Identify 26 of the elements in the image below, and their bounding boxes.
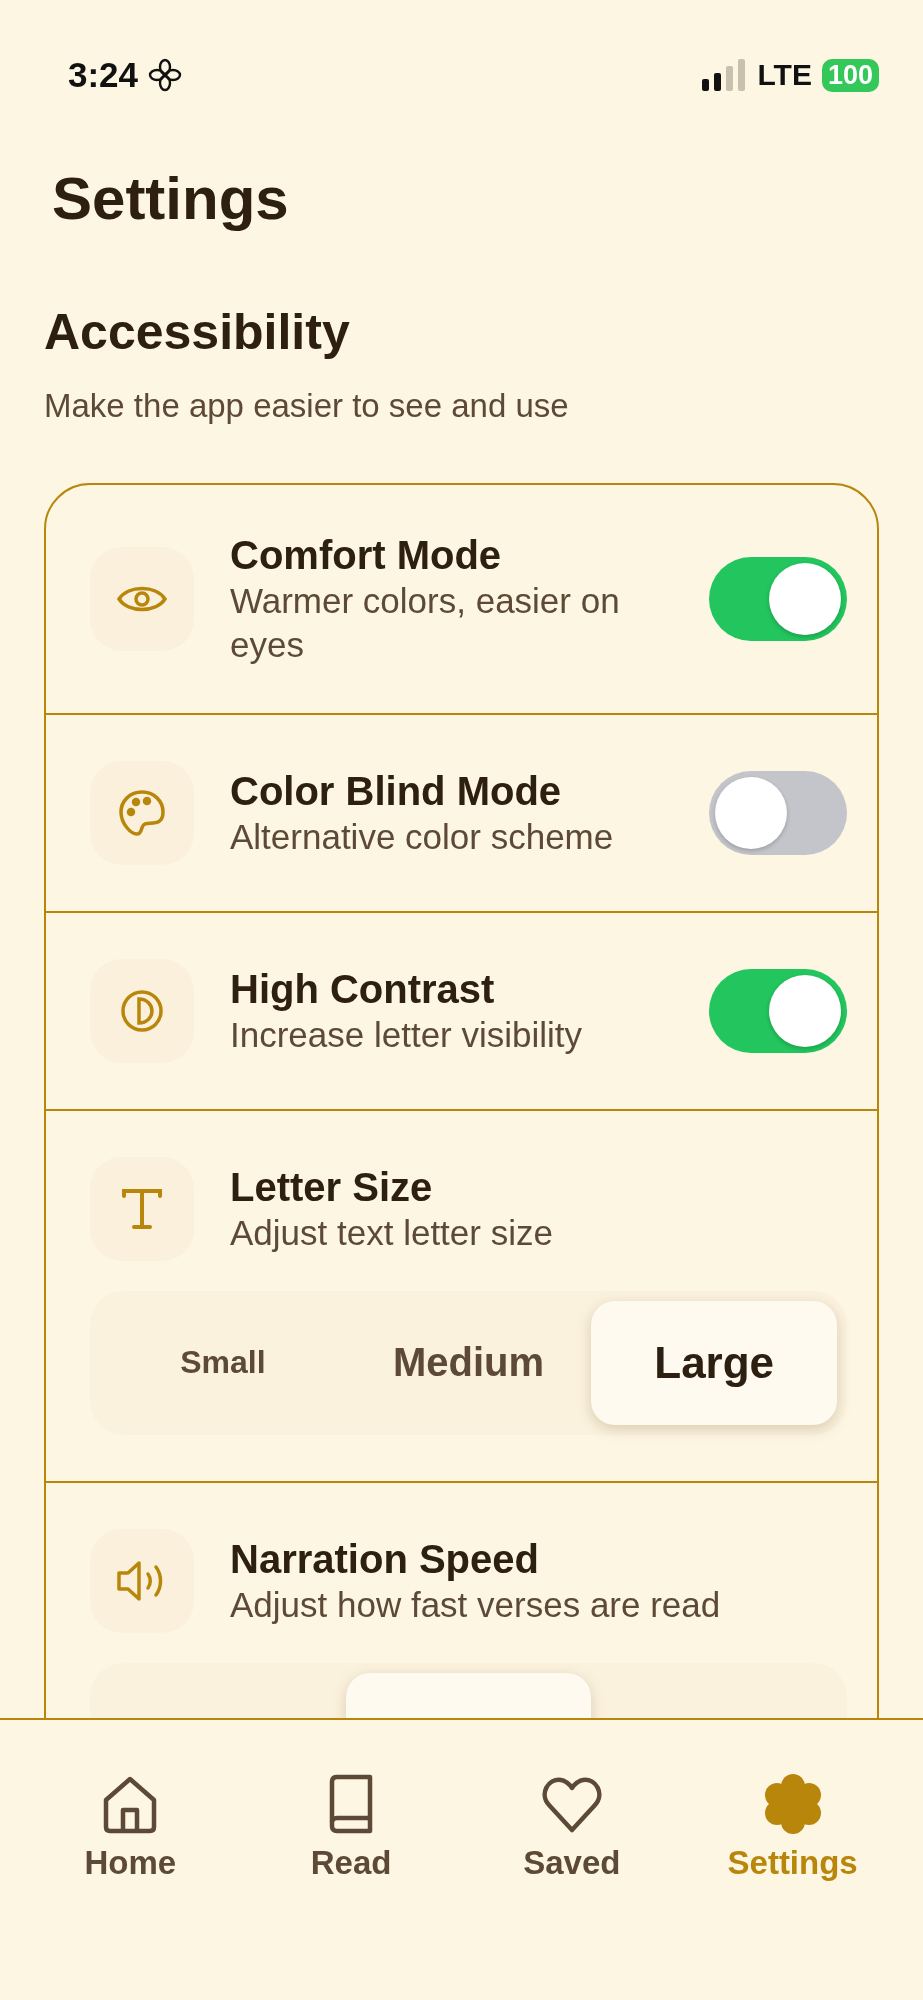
page-title: Settings (52, 164, 290, 233)
signal-icon (701, 59, 748, 91)
setting-description: Adjust how fast verses are read (230, 1583, 722, 1626)
flower-icon (148, 58, 183, 92)
network-label: LTE (757, 58, 812, 92)
setting-title: Color Blind Mode (230, 767, 563, 815)
tab-item[interactable]: Read (251, 1772, 452, 1882)
segment-option[interactable]: Small (100, 1300, 346, 1425)
section-title: Accessibility (44, 303, 351, 361)
setting-description: Adjust text letter size (230, 1211, 554, 1254)
palette-icon (117, 787, 167, 838)
setting-title: High Contrast (230, 965, 496, 1013)
setting-description: Increase letter visibility (230, 1013, 584, 1056)
segment-option[interactable]: Large (591, 1300, 837, 1425)
battery-level: 100 (821, 58, 879, 92)
section-subtitle: Make the app easier to see and use (44, 387, 570, 425)
contrast-icon (119, 987, 165, 1034)
tab-item[interactable]: Saved (471, 1772, 672, 1882)
clock-time: 3:24 (68, 55, 139, 95)
setting-title: Narration Speed (230, 1535, 540, 1583)
setting-title: Comfort Mode (230, 532, 503, 579)
tab-item[interactable]: Home (30, 1772, 231, 1882)
setting-description: Warmer colors, easier on eyes (230, 580, 621, 666)
setting-description: Alternative color scheme (230, 815, 615, 858)
segment-option[interactable]: Medium (345, 1300, 592, 1425)
setting-title: Letter Size (230, 1163, 434, 1211)
